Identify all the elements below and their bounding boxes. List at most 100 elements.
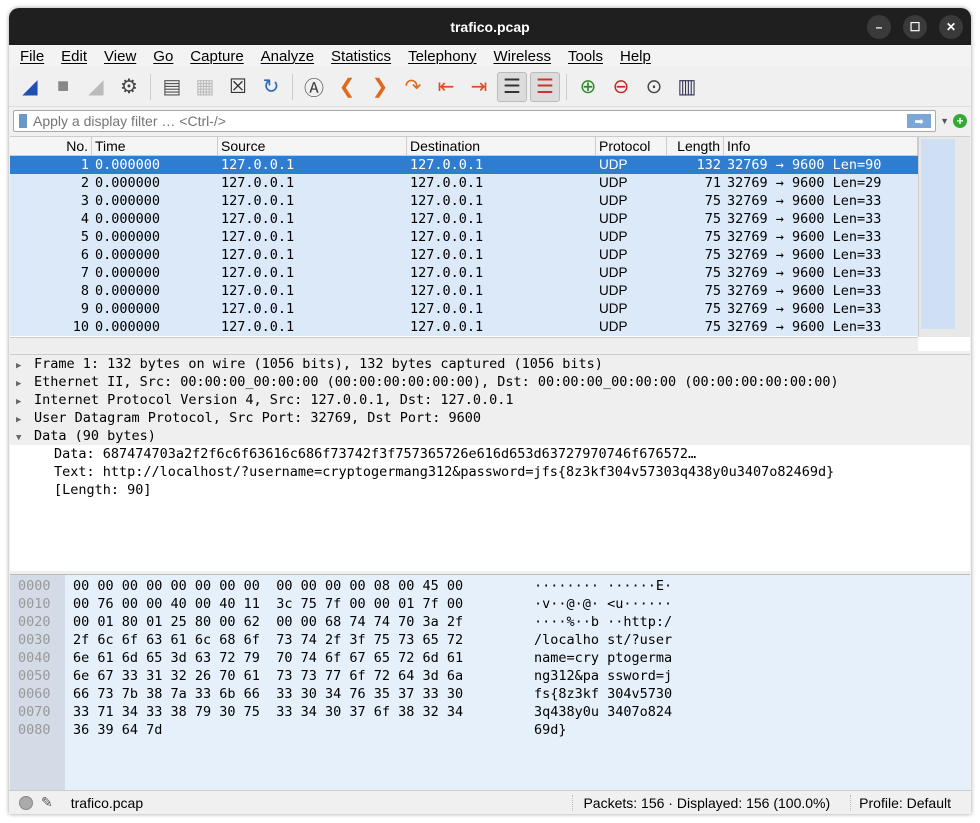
packet-list-hscrollbar[interactable] xyxy=(10,337,918,351)
tree-subitem[interactable]: [Length: 90] xyxy=(10,481,970,499)
bookmark-icon[interactable] xyxy=(19,114,27,128)
menu-telephony[interactable]: Telephony xyxy=(399,48,484,65)
capture-options-icon[interactable]: ⚙ xyxy=(114,72,144,102)
filter-dropdown-icon[interactable]: ▼ xyxy=(940,116,949,126)
hex-bytes[interactable]: 6e 67 33 31 32 26 70 61 73 73 77 6f 72 6… xyxy=(73,667,463,685)
expanded-arrow-icon[interactable]: ▼ xyxy=(16,429,34,447)
normal-size-icon[interactable]: ⊙ xyxy=(639,72,669,102)
hex-offset: 0040 xyxy=(18,650,51,666)
resize-columns-icon[interactable]: ▥ xyxy=(672,72,702,102)
close-button[interactable]: ✕ xyxy=(939,15,963,39)
column-header-info[interactable]: Info xyxy=(724,137,918,155)
cell-destination: 127.0.0.1 xyxy=(410,193,484,209)
menu-view[interactable]: View xyxy=(95,48,144,65)
menu-statistics[interactable]: Statistics xyxy=(322,48,399,65)
hex-ascii[interactable]: ········ ······E· xyxy=(534,577,672,595)
packet-list-scrollbar[interactable] xyxy=(918,137,970,337)
tree-item[interactable]: ▶ Ethernet II, Src: 00:00:00_00:00:00 (00… xyxy=(10,373,970,391)
packet-row[interactable]: 8 0.000000 127.0.0.1 127.0.0.1 UDP 75 32769 → … xyxy=(10,282,918,300)
hex-bytes[interactable]: 00 01 80 01 25 80 00 62 00 00 68 74 74 7… xyxy=(73,613,463,631)
menu-help[interactable]: Help xyxy=(611,48,659,65)
display-filter-input[interactable] xyxy=(33,113,908,129)
column-header-no[interactable]: No. xyxy=(10,137,92,155)
packet-row[interactable]: 5 0.000000 127.0.0.1 127.0.0.1 UDP 75 32769 → … xyxy=(10,228,918,246)
close-file-icon[interactable]: ☒ xyxy=(223,72,253,102)
add-filter-button-icon[interactable]: + xyxy=(953,114,967,128)
find-packet-icon[interactable]: Ⓐ xyxy=(299,72,329,102)
hex-ascii[interactable]: 69d} xyxy=(534,721,567,739)
save-file-icon[interactable]: ▦ xyxy=(190,72,220,102)
expert-info-icon[interactable] xyxy=(19,795,33,810)
cell-info: 32769 → 9600 Len=33 xyxy=(727,193,882,209)
menu-edit[interactable]: Edit xyxy=(52,48,95,65)
menu-file[interactable]: File xyxy=(11,48,52,65)
hex-ascii[interactable]: name=cry ptogerma xyxy=(534,649,672,667)
column-header-source[interactable]: Source xyxy=(218,137,407,155)
column-header-destination[interactable]: Destination xyxy=(407,137,596,155)
hex-bytes[interactable]: 66 73 7b 38 7a 33 6b 66 33 30 34 76 35 3… xyxy=(73,685,463,703)
maximize-button[interactable]: ☐ xyxy=(903,15,927,39)
hex-line: 0000 00 00 00 00 00 00 00 00 00 00 00 00 … xyxy=(10,577,970,595)
hex-ascii[interactable]: fs{8z3kf 304v5730 xyxy=(534,685,672,703)
zoom-out-icon[interactable]: ⊖ xyxy=(606,72,636,102)
last-packet-icon[interactable]: ⇥ xyxy=(464,72,494,102)
menu-tools[interactable]: Tools xyxy=(559,48,611,65)
hex-bytes[interactable]: 36 39 64 7d xyxy=(73,721,162,739)
go-forward-icon[interactable]: ❯ xyxy=(365,72,395,102)
hex-line: 0030 2f 6c 6f 63 61 6c 68 6f 73 74 2f 3f … xyxy=(10,631,970,649)
packet-row[interactable]: 2 0.000000 127.0.0.1 127.0.0.1 UDP 71 32769 → … xyxy=(10,174,918,192)
tree-item[interactable]: ▶ Internet Protocol Version 4, Src: 127.0… xyxy=(10,391,970,409)
cell-info: 32769 → 9600 Len=33 xyxy=(727,229,882,245)
menu-capture[interactable]: Capture xyxy=(181,48,251,65)
packet-row[interactable]: 4 0.000000 127.0.0.1 127.0.0.1 UDP 75 32769 → … xyxy=(10,210,918,228)
packet-row[interactable]: 3 0.000000 127.0.0.1 127.0.0.1 UDP 75 32769 → … xyxy=(10,192,918,210)
hex-line: 0070 33 71 34 33 38 79 30 75 33 34 30 37 … xyxy=(10,703,970,721)
hex-ascii[interactable]: /localho st/?user xyxy=(534,631,672,649)
autoscroll-icon[interactable]: ☰ xyxy=(497,71,527,102)
hex-bytes[interactable]: 2f 6c 6f 63 61 6c 68 6f 73 74 2f 3f 75 7… xyxy=(73,631,463,649)
cell-no: 6 xyxy=(80,247,89,263)
packet-row[interactable]: 1 0.000000 127.0.0.1 127.0.0.1 UDP 132 32769 →… xyxy=(10,156,918,174)
packet-list-header: No. Time Source Destination Protocol Length In… xyxy=(10,137,918,156)
minimize-button[interactable]: – xyxy=(867,15,891,39)
status-profile[interactable]: Profile: Default xyxy=(850,794,951,811)
hex-ascii[interactable]: ····%··b ··http:/ xyxy=(534,613,672,631)
colorize-icon[interactable]: ☰ xyxy=(530,71,560,102)
scroll-thumb[interactable] xyxy=(921,139,955,329)
hex-line: 0040 6e 61 6d 65 3d 63 72 79 70 74 6f 67 … xyxy=(10,649,970,667)
tree-item[interactable]: ▼ Data (90 bytes) xyxy=(10,427,970,445)
go-to-packet-icon[interactable]: ↷ xyxy=(398,72,428,102)
go-back-icon[interactable]: ❮ xyxy=(332,72,362,102)
hex-bytes[interactable]: 00 00 00 00 00 00 00 00 00 00 00 00 08 0… xyxy=(73,577,463,595)
hex-bytes[interactable]: 00 76 00 00 40 00 40 11 3c 75 7f 00 00 0… xyxy=(73,595,463,613)
first-packet-icon[interactable]: ⇤ xyxy=(431,72,461,102)
column-header-length[interactable]: Length xyxy=(667,137,724,155)
hex-bytes[interactable]: 33 71 34 33 38 79 30 75 33 34 30 37 6f 3… xyxy=(73,703,463,721)
packet-row[interactable]: 6 0.000000 127.0.0.1 127.0.0.1 UDP 75 32769 → … xyxy=(10,246,918,264)
menu-analyze[interactable]: Analyze xyxy=(252,48,322,65)
cell-info: 32769 → 9600 Len=33 xyxy=(727,265,882,281)
tree-item[interactable]: ▶ Frame 1: 132 bytes on wire (1056 bits),… xyxy=(10,355,970,373)
hex-ascii[interactable]: ng312&pa ssword=j xyxy=(534,667,672,685)
stop-capture-icon[interactable]: ■ xyxy=(48,72,78,102)
reload-file-icon[interactable]: ↻ xyxy=(256,72,286,102)
column-header-time[interactable]: Time xyxy=(92,137,218,155)
tree-subitem[interactable]: Text: http://localhost/?username=cryptog… xyxy=(10,463,970,481)
menu-wireless[interactable]: Wireless xyxy=(484,48,559,65)
hex-ascii[interactable]: ·v··@·@· <u······ xyxy=(534,595,672,613)
hex-ascii[interactable]: 3q438y0u 3407o824 xyxy=(534,703,672,721)
column-header-protocol[interactable]: Protocol xyxy=(596,137,667,155)
menu-go[interactable]: Go xyxy=(144,48,181,65)
packet-row[interactable]: 9 0.000000 127.0.0.1 127.0.0.1 UDP 75 32769 → … xyxy=(10,300,918,318)
apply-filter-icon[interactable]: ➡ xyxy=(907,114,932,128)
tree-item[interactable]: ▶ User Datagram Protocol, Src Port: 32769… xyxy=(10,409,970,427)
start-capture-icon[interactable]: ◢ xyxy=(15,72,45,102)
tree-subitem[interactable]: Data: 687474703a2f2f6c6f63616c686f73742f… xyxy=(10,445,970,463)
packet-row[interactable]: 10 0.000000 127.0.0.1 127.0.0.1 UDP 75 32769 →… xyxy=(10,318,918,336)
hex-bytes[interactable]: 6e 61 6d 65 3d 63 72 79 70 74 6f 67 65 7… xyxy=(73,649,463,667)
restart-capture-icon[interactable]: ◢ xyxy=(81,72,111,102)
capture-comment-icon[interactable]: ✎ xyxy=(41,794,53,811)
zoom-in-icon[interactable]: ⊕ xyxy=(573,72,603,102)
packet-row[interactable]: 7 0.000000 127.0.0.1 127.0.0.1 UDP 75 32769 → … xyxy=(10,264,918,282)
open-file-icon[interactable]: ▤ xyxy=(157,72,187,102)
